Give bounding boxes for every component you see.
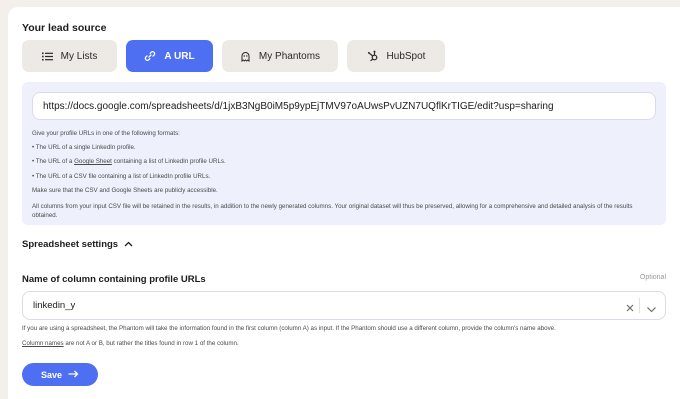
help-item-2-post: containing a list of LinkedIn profile UR… — [111, 158, 226, 166]
url-help-text: Give your profile URLs in one of the fol… — [32, 127, 658, 220]
url-input[interactable] — [32, 92, 656, 120]
tab-my-phantoms[interactable]: My Phantoms — [222, 40, 338, 72]
chevron-down-icon[interactable] — [646, 301, 657, 313]
tab-hubspot[interactable]: HubSpot — [347, 40, 445, 72]
help-item-2-pre: • The URL of a — [32, 158, 75, 166]
tab-a-url[interactable]: A URL — [126, 40, 213, 72]
help-columns-retained: All columns from your input CSV file wil… — [32, 203, 633, 220]
help-item-google-sheet: • The URL of a Google Sheet containing a… — [32, 155, 658, 169]
arrow-right-icon — [68, 370, 79, 380]
tab-hubspot-label: HubSpot — [386, 50, 426, 62]
column-names-link[interactable]: Column names — [22, 340, 64, 347]
help-item-csv: • The URL of a CSV file containing a lis… — [32, 172, 211, 180]
phantom-icon — [240, 51, 251, 62]
column-names-note: Column names are not A or B, but rather … — [22, 340, 239, 347]
url-panel: Give your profile URLs in one of the fol… — [22, 82, 666, 225]
lead-source-tabs: My Lists A URL My Phantoms HubSpot — [22, 40, 445, 72]
link-icon — [144, 50, 156, 62]
spreadsheet-settings-label: Spreadsheet settings — [22, 239, 119, 250]
tab-my-phantoms-label: My Phantoms — [258, 50, 321, 62]
optional-label: Optional — [639, 274, 666, 281]
column-name-label: Name of column containing profile URLs — [22, 274, 206, 285]
column-names-note-rest: are not A or B, but rather the titles fo… — [63, 340, 239, 347]
help-item-single-profile: • The URL of a single LinkedIn profile. — [32, 144, 136, 152]
chevron-up-icon — [124, 239, 133, 250]
column-name-select[interactable]: linkedin_y — [22, 291, 666, 320]
column-note: If you are using a spreadsheet, the Phan… — [22, 325, 556, 332]
spreadsheet-settings-toggle[interactable]: Spreadsheet settings — [22, 239, 133, 250]
select-divider — [639, 298, 640, 313]
lead-source-title: Your lead source — [22, 22, 107, 34]
list-icon — [41, 52, 53, 61]
tab-my-lists-label: My Lists — [60, 50, 98, 62]
save-button[interactable]: Save — [22, 363, 98, 386]
clear-icon[interactable] — [625, 300, 635, 312]
tab-my-lists[interactable]: My Lists — [22, 40, 117, 72]
help-public-access: Make sure that the CSV and Google Sheets… — [32, 186, 218, 194]
column-name-value: linkedin_y — [33, 300, 76, 311]
save-button-label: Save — [40, 369, 63, 380]
hubspot-icon — [367, 50, 379, 62]
help-intro: Give your profile URLs in one of the fol… — [32, 130, 180, 137]
google-sheet-link[interactable]: Google Sheet — [74, 158, 112, 165]
tab-a-url-label: A URL — [164, 50, 195, 62]
